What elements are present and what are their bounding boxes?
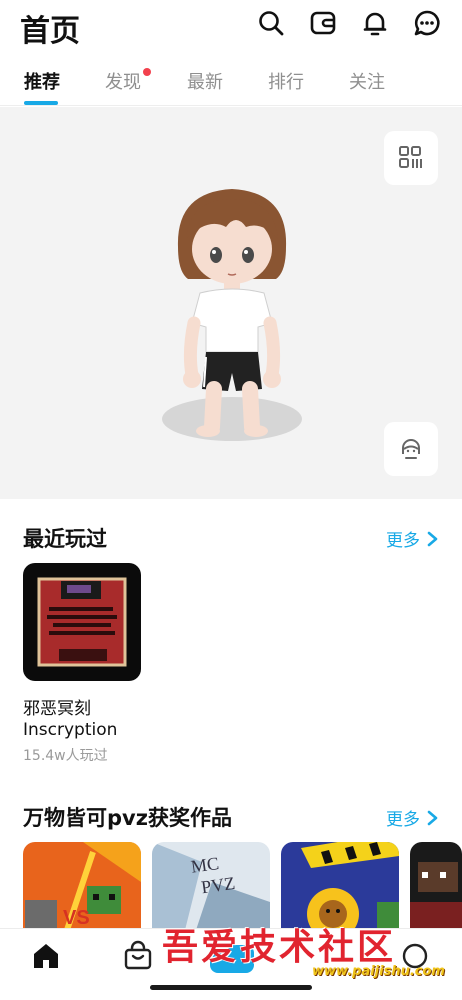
notification-dot — [143, 68, 151, 76]
chevron-right-icon — [427, 531, 438, 546]
tab-latest[interactable]: 最新 — [187, 68, 223, 94]
award-thumbnail-1: VS — [23, 842, 141, 942]
home-indicator — [150, 985, 312, 990]
grid-code-icon — [399, 146, 422, 168]
wallet-icon[interactable] — [308, 8, 338, 38]
award-card-4[interactable] — [410, 842, 462, 942]
watermark-url: www.paijishu.com — [312, 964, 445, 979]
awards-section-title: 万物皆可pvz获奖作品 — [23, 806, 232, 830]
game-name-en[interactable]: Inscryption — [23, 720, 117, 740]
award-card-1-text: VS — [63, 907, 90, 929]
bag-icon — [124, 940, 152, 970]
svg-text:MC: MC — [190, 853, 221, 877]
avatar-character[interactable] — [150, 177, 315, 452]
bell-icon[interactable] — [360, 8, 390, 38]
home-page: 首页 推荐 发现 最新 排行 关注 最近玩过 更多 邪恶冥刻 Inscrypti… — [0, 0, 462, 1000]
avatar-face-icon — [402, 439, 420, 459]
active-tab-indicator — [24, 101, 58, 105]
recent-section-title: 最近玩过 — [23, 527, 107, 551]
nav-shop[interactable] — [121, 939, 155, 973]
award-card-1[interactable]: VS — [23, 842, 141, 942]
awards-more-link[interactable]: 更多 — [386, 805, 440, 830]
page-title: 首页 — [20, 14, 80, 49]
search-icon[interactable] — [256, 8, 286, 38]
message-icon[interactable] — [412, 8, 442, 38]
floppy-disk-icon — [37, 577, 127, 667]
tab-discover[interactable]: 发现 — [105, 68, 141, 94]
recent-more-label: 更多 — [386, 531, 420, 551]
grid-code-button[interactable] — [384, 131, 438, 185]
awards-more-label: 更多 — [386, 810, 420, 830]
category-tabs: 推荐 发现 最新 排行 关注 — [0, 60, 462, 106]
recent-more-link[interactable]: 更多 — [386, 526, 440, 551]
watermark-logo: 吾爱技术社区 — [162, 926, 397, 968]
home-icon — [34, 944, 58, 968]
game-play-count: 15.4w人玩过 — [23, 748, 108, 764]
avatar-face-button[interactable] — [384, 422, 438, 476]
nav-home[interactable] — [29, 939, 63, 973]
tab-recommend[interactable]: 推荐 — [24, 68, 60, 94]
game-name-cn[interactable]: 邪恶冥刻 — [23, 694, 91, 719]
tab-ranking[interactable]: 排行 — [268, 68, 304, 94]
top-header: 首页 — [0, 0, 462, 52]
tab-following[interactable]: 关注 — [349, 68, 385, 94]
game-cover-inscryption[interactable] — [23, 563, 141, 681]
avatar-panel — [0, 107, 462, 499]
chevron-right-icon — [427, 810, 438, 825]
award-thumbnail-4 — [410, 842, 462, 942]
